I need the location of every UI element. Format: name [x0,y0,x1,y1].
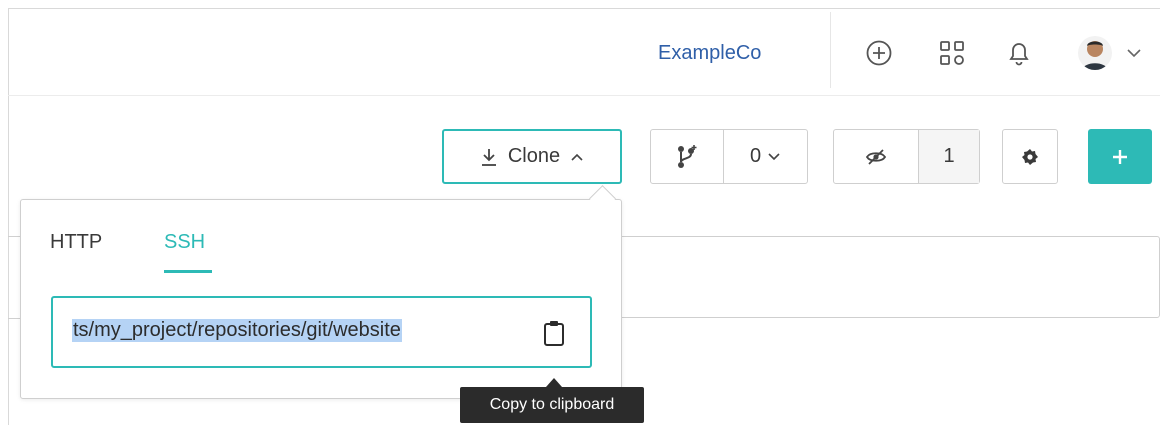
clone-button[interactable]: Clone [442,129,622,184]
bell-icon[interactable] [1002,36,1036,70]
watch-count: 1 [919,130,979,183]
tooltip-arrow [546,378,562,387]
clone-url-value[interactable]: ts/my_project/repositories/git/website [72,319,402,342]
header-vertical-divider [830,12,831,88]
plus-circle-icon[interactable] [862,36,896,70]
avatar [1078,36,1112,70]
org-link[interactable]: ExampleCo [658,42,761,65]
tab-ssh[interactable]: SSH [164,231,205,254]
settings-button[interactable] [1002,129,1058,184]
branch-count: 0 [749,145,762,167]
eye-off-icon [865,148,887,165]
chevron-up-icon [571,153,583,161]
frame-border-top [8,8,1160,9]
watch-button[interactable] [834,130,919,183]
tab-http[interactable]: HTTP [50,231,102,254]
branch-button-group: 0 [650,129,808,184]
gear-icon [1022,148,1038,165]
copy-tooltip: Copy to clipboard [460,387,644,423]
chevron-down-icon [768,152,780,160]
create-branch-button[interactable] [651,130,724,183]
branch-count-dropdown[interactable]: 0 [724,130,807,183]
user-menu[interactable] [1078,33,1148,73]
branch-icon [678,144,697,168]
active-tab-indicator [164,270,212,273]
download-icon [481,148,496,166]
apps-grid-icon[interactable] [935,36,969,70]
plus-icon [1113,149,1127,164]
chevron-down-icon [1127,49,1141,58]
header-divider [8,95,1160,96]
watch-button-group: 1 [833,129,980,184]
clone-label: Clone [507,145,561,167]
frame-border-left [8,8,9,425]
clipboard-icon[interactable] [541,319,567,347]
add-button[interactable] [1088,129,1152,184]
background-input[interactable] [600,236,1160,318]
